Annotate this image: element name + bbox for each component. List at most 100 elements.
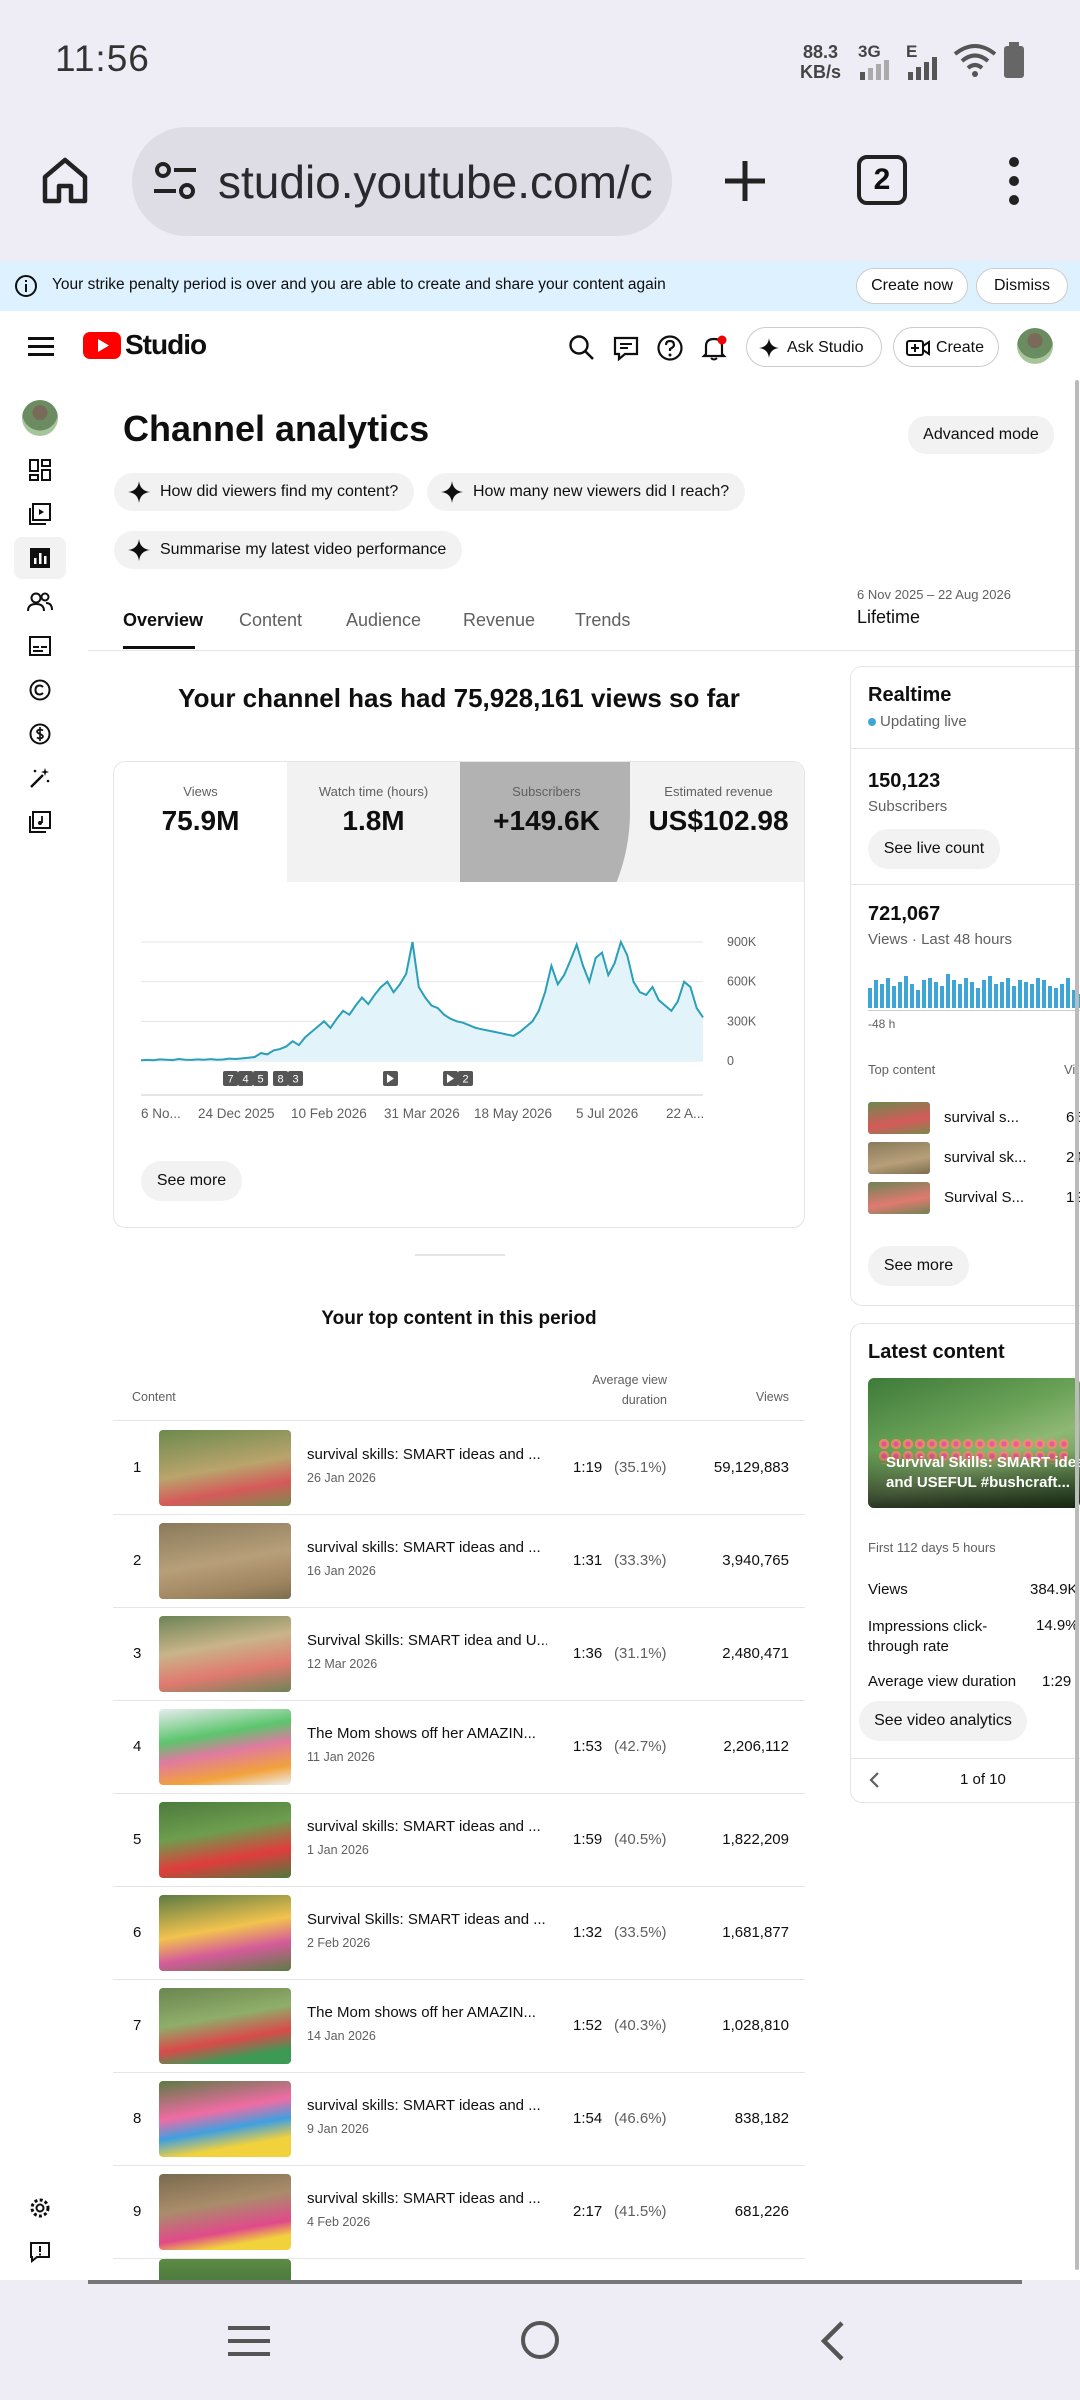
row-thumbnail[interactable] — [159, 1709, 291, 1785]
row-title[interactable]: Survival Skills: SMART ideas and ... — [307, 1911, 547, 1928]
table-row[interactable]: 2 survival skills: SMART ideas and ... 16 … — [113, 1515, 805, 1608]
chart-event-marker[interactable] — [383, 1071, 398, 1086]
create-button[interactable]: Create — [893, 327, 999, 367]
ask-studio-button[interactable]: Ask Studio — [746, 327, 882, 367]
row-thumbnail[interactable] — [159, 2174, 291, 2250]
row-thumbnail[interactable] — [159, 1430, 291, 1506]
row-avg-percent: (31.1%) — [614, 1645, 667, 1662]
chart-event-marker[interactable]: 3 — [288, 1071, 303, 1086]
divider — [850, 884, 1080, 885]
row-thumbnail[interactable] — [159, 1802, 291, 1878]
chevron-left-icon[interactable] — [866, 1770, 882, 1790]
kpi-subscribers[interactable]: Subscribers +149.6K — [460, 762, 633, 882]
menu-icon[interactable] — [28, 336, 54, 356]
feedback-comment-icon[interactable] — [612, 334, 640, 362]
sidebar-item-settings[interactable] — [22, 2190, 58, 2226]
sidebar-item-customization[interactable] — [22, 760, 58, 796]
realtime-top-content-item[interactable]: Survival S...12, — [868, 1180, 1080, 1216]
realtime-top-content-item[interactable]: survival s...655, — [868, 1100, 1080, 1136]
kpi-views[interactable]: Views 75.9M — [114, 762, 287, 882]
realtime-see-more-button[interactable]: See more — [868, 1246, 969, 1286]
sidebar-item-content[interactable] — [22, 496, 58, 532]
row-thumbnail[interactable] — [159, 1523, 291, 1599]
sidebar-item-community[interactable] — [22, 584, 58, 620]
create-now-button[interactable]: Create now — [856, 268, 968, 304]
new-tab-icon[interactable] — [722, 158, 768, 204]
dismiss-button[interactable]: Dismiss — [976, 268, 1068, 304]
see-video-analytics-button[interactable]: See video analytics — [859, 1701, 1027, 1741]
row-title[interactable]: Survival Skills: SMART idea and U... — [307, 1632, 547, 1649]
row-title[interactable]: survival skills: SMART ideas and ... — [307, 1539, 547, 1556]
realtime-status: Updating live — [880, 713, 967, 730]
table-row[interactable]: 5 survival skills: SMART ideas and ... 1 J… — [113, 1794, 805, 1887]
realtime-bar — [1006, 978, 1010, 1008]
realtime-bar-chart[interactable] — [868, 968, 1080, 1008]
tab-trends[interactable]: Trends — [575, 610, 630, 631]
row-thumbnail[interactable] — [159, 1616, 291, 1692]
url-text[interactable]: studio.youtube.com/c — [218, 155, 653, 209]
realtime-top-content-item[interactable]: survival sk...24, — [868, 1140, 1080, 1176]
chip-new-viewers[interactable]: How many new viewers did I reach? — [427, 473, 746, 511]
notifications-icon[interactable] — [700, 334, 728, 362]
row-title[interactable]: The Mom shows off her AMAZIN... — [307, 2004, 547, 2021]
chart-event-marker[interactable]: 8 — [273, 1071, 288, 1086]
sidebar-item-feedback[interactable] — [22, 2234, 58, 2270]
see-more-button[interactable]: See more — [141, 1161, 242, 1201]
youtube-logo-icon[interactable] — [83, 332, 121, 359]
kpi-watch-time[interactable]: Watch time (hours) 1.8M — [287, 762, 460, 882]
row-thumbnail-partial[interactable] — [159, 2259, 291, 2280]
recent-apps-icon[interactable] — [228, 2324, 270, 2358]
row-thumbnail[interactable] — [159, 1988, 291, 2064]
back-nav-icon[interactable] — [818, 2320, 846, 2362]
studio-logo-text[interactable]: Studio — [125, 329, 207, 361]
table-row[interactable]: 1 survival skills: SMART ideas and ... 26 … — [113, 1422, 805, 1515]
table-row[interactable]: 8 survival skills: SMART ideas and ... 9 J… — [113, 2073, 805, 2166]
tab-content[interactable]: Content — [239, 610, 302, 631]
sidebar-item-dashboard[interactable] — [22, 452, 58, 488]
tab-switcher-button[interactable]: 2 — [857, 155, 907, 205]
channel-avatar[interactable] — [22, 400, 58, 436]
home-icon[interactable] — [40, 155, 90, 205]
table-row[interactable]: 4 The Mom shows off her AMAZIN... 11 Jan 2… — [113, 1701, 805, 1794]
chart-event-marker[interactable] — [443, 1071, 458, 1086]
chart-event-marker[interactable]: 4 — [238, 1071, 253, 1086]
sidebar-item-analytics[interactable] — [22, 540, 58, 576]
chip-summarise-latest-video[interactable]: Summarise my latest video performance — [114, 531, 463, 569]
account-avatar[interactable] — [1017, 328, 1053, 364]
table-row[interactable]: 3 Survival Skills: SMART idea and U... 12 … — [113, 1608, 805, 1701]
help-icon[interactable] — [656, 334, 684, 362]
advanced-mode-button[interactable]: Advanced mode — [908, 416, 1054, 454]
sidebar-item-copyright[interactable] — [22, 672, 58, 708]
tab-revenue[interactable]: Revenue — [463, 610, 535, 631]
table-row[interactable]: 6 Survival Skills: SMART ideas and ... 2 F… — [113, 1887, 805, 1980]
row-title[interactable]: survival skills: SMART ideas and ... — [307, 1818, 547, 1835]
date-range[interactable]: 6 Nov 2025 – 22 Aug 2026 — [857, 587, 1011, 602]
row-title[interactable]: survival skills: SMART ideas and ... — [307, 2190, 547, 2207]
site-settings-icon[interactable] — [152, 158, 198, 204]
chip-viewers-find-content[interactable]: How did viewers find my content? — [114, 473, 415, 511]
tab-overview[interactable]: Overview — [123, 610, 203, 631]
row-title[interactable]: The Mom shows off her AMAZIN... — [307, 1725, 547, 1742]
table-row[interactable]: 9 survival skills: SMART ideas and ... 4 F… — [113, 2166, 805, 2259]
sidebar-item-earn[interactable] — [22, 716, 58, 752]
date-period[interactable]: Lifetime — [857, 607, 920, 628]
latest-video-thumbnail[interactable]: Survival Skills: SMART idea and USEFUL #… — [868, 1378, 1080, 1508]
realtime-subscribers-value: 150,123 — [868, 770, 941, 792]
see-live-count-button[interactable]: See live count — [868, 829, 1000, 869]
row-title[interactable]: survival skills: SMART ideas and ... — [307, 2097, 547, 2114]
tab-audience[interactable]: Audience — [346, 610, 421, 631]
kpi-revenue[interactable]: Estimated revenue US$102.98 — [633, 762, 804, 882]
chart-event-marker[interactable]: 5 — [253, 1071, 268, 1086]
search-icon[interactable] — [568, 334, 596, 362]
table-row[interactable]: 7 The Mom shows off her AMAZIN... 14 Jan 2… — [113, 1980, 805, 2073]
home-nav-icon[interactable] — [520, 2320, 560, 2360]
row-title[interactable]: survival skills: SMART ideas and ... — [307, 1446, 547, 1463]
more-vert-icon[interactable] — [1003, 155, 1025, 207]
sidebar-item-subtitles[interactable] — [22, 628, 58, 664]
sidebar-item-audio-library[interactable] — [22, 804, 58, 840]
row-thumbnail[interactable] — [159, 2081, 291, 2157]
page-scrollbar[interactable] — [1075, 380, 1079, 2270]
chart-event-marker[interactable]: 7 — [223, 1071, 238, 1086]
chart-event-marker[interactable]: 2 — [458, 1071, 473, 1086]
row-thumbnail[interactable] — [159, 1895, 291, 1971]
